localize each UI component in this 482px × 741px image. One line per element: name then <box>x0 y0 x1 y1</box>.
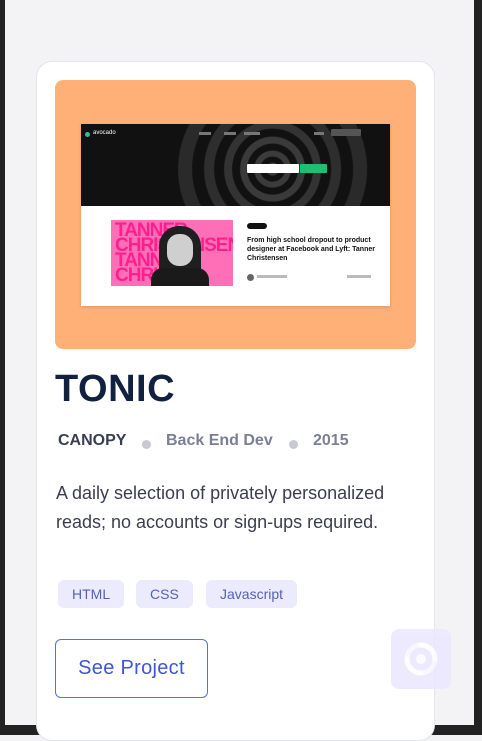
feature-pill <box>247 223 267 229</box>
feature-meta <box>257 275 377 279</box>
thumbnail-screenshot: avocado TANNER CHRISTENSEN TANNER CHRIS … <box>81 124 390 306</box>
portrait-body <box>151 268 209 286</box>
author-avatar <box>247 274 254 281</box>
project-title: TONIC <box>55 368 176 410</box>
tag-html: HTML <box>58 580 125 608</box>
meta-separator <box>289 440 298 449</box>
see-project-button[interactable]: See Project <box>55 639 208 698</box>
thumbnail-nav-button <box>331 129 361 136</box>
feature-image: TANNER CHRISTENSEN TANNER CHRIS <box>111 220 233 286</box>
window-edge-right <box>474 0 482 735</box>
thumbnail-cta <box>300 164 327 173</box>
portrait-face <box>167 234 193 266</box>
spiral-icon <box>404 642 438 676</box>
feature-title: From high school dropout to product desi… <box>247 237 375 262</box>
project-description: A daily selection of privately personali… <box>56 483 385 532</box>
thumbnail-brand: avocado <box>93 130 116 136</box>
window-edge-left <box>0 0 5 735</box>
meta-role: Back End Dev <box>166 432 273 449</box>
project-thumbnail: avocado TANNER CHRISTENSEN TANNER CHRIS … <box>55 80 416 349</box>
thumbnail-search <box>247 164 299 173</box>
meta-client: CANOPY <box>58 432 127 449</box>
thumbnail-hero: avocado <box>81 124 390 206</box>
meta-year: 2015 <box>313 432 349 449</box>
meta-separator <box>142 440 151 449</box>
tag-javascript: Javascript <box>206 580 298 608</box>
tag-css: CSS <box>136 580 193 608</box>
brand-logo-icon <box>85 132 90 137</box>
floating-action-button[interactable] <box>391 629 451 689</box>
